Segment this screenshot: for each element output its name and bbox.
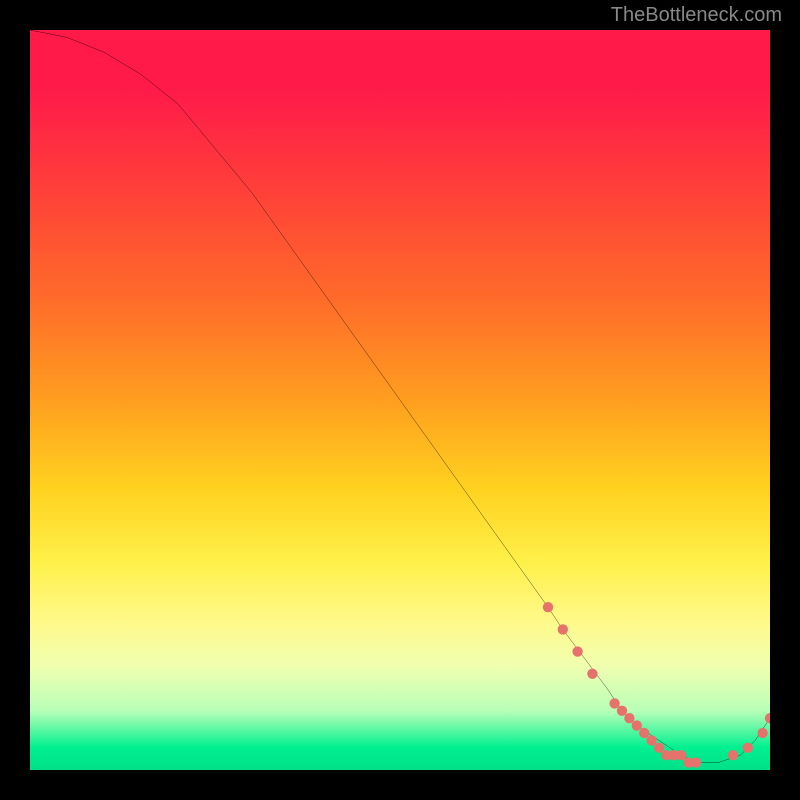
marker-point <box>624 713 634 723</box>
chart-svg <box>30 30 770 770</box>
marker-point <box>558 624 568 634</box>
marker-point <box>765 713 770 723</box>
marker-point <box>728 750 738 760</box>
marker-point <box>543 602 553 612</box>
points-layer <box>543 602 770 768</box>
marker-point <box>572 646 582 656</box>
marker-point <box>757 728 767 738</box>
marker-point <box>676 750 686 760</box>
marker-point <box>661 750 671 760</box>
marker-point <box>632 720 642 730</box>
marker-point <box>669 750 679 760</box>
chart-plot-area <box>30 30 770 770</box>
watermark-text: TheBottleneck.com <box>611 4 782 27</box>
marker-point <box>743 743 753 753</box>
marker-point <box>609 698 619 708</box>
marker-point <box>639 728 649 738</box>
marker-point <box>683 757 693 767</box>
bottleneck-curve <box>30 30 770 763</box>
marker-point <box>617 706 627 716</box>
marker-point <box>646 735 656 745</box>
marker-point <box>654 743 664 753</box>
curve-layer <box>30 30 770 763</box>
marker-point <box>691 757 701 767</box>
marker-point <box>587 669 597 679</box>
